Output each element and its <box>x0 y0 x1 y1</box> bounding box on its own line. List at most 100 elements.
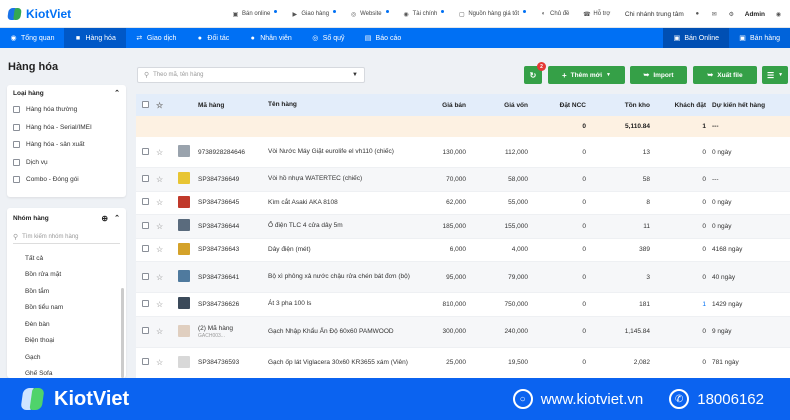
top-link-5[interactable]: ◐ Chủ đề <box>540 11 570 18</box>
row-checkbox[interactable] <box>142 174 149 182</box>
user-name[interactable]: Admin <box>745 11 765 18</box>
top-link-1[interactable]: ▶ Giao hàng <box>291 9 337 18</box>
row-checkbox[interactable] <box>142 221 149 229</box>
chevron-up-icon[interactable]: ⌃ <box>114 89 120 97</box>
branch-name[interactable]: Chi nhánh trung tâm <box>625 11 684 18</box>
table-row[interactable]: ☆ 9738928284646 Vòi Nước Máy Giặt eurolife… <box>136 137 790 168</box>
star-icon[interactable]: ☆ <box>156 101 178 110</box>
group-item[interactable]: Tất cả <box>7 250 126 267</box>
footer-phone[interactable]: ✆ 18006162 <box>669 389 764 409</box>
nav-item-2[interactable]: ⇄ Giao dịch <box>126 28 187 48</box>
row-checkbox[interactable] <box>142 147 149 155</box>
star-icon[interactable]: ☆ <box>156 358 178 367</box>
table-row[interactable]: ☆ SP384736626 Át 3 pha 100 ls 810,000 750,00… <box>136 293 790 317</box>
gear-icon[interactable]: ⚙ <box>728 11 735 18</box>
app-logo[interactable]: KiotViet <box>7 7 71 21</box>
column-options-button[interactable]: ☰ ▼ <box>762 66 788 84</box>
type-checkbox[interactable] <box>13 123 20 131</box>
type-checkbox[interactable] <box>13 158 20 166</box>
table-row[interactable]: ☆ SP384736644 Ổ điện TLC 4 cửa dây 5m 185,0… <box>136 215 790 239</box>
col-cost[interactable]: Giá vốn <box>466 102 528 109</box>
row-checkbox[interactable] <box>142 245 149 253</box>
select-all-checkbox[interactable] <box>136 100 156 110</box>
nav-item-3[interactable]: ● Đối tác <box>186 28 239 48</box>
location-icon[interactable]: ● <box>694 11 701 18</box>
add-group-icon[interactable]: ⊕ <box>101 214 108 223</box>
star-icon[interactable]: ☆ <box>156 327 178 336</box>
top-link-4[interactable]: ▢ Nguồn hàng giá tốt <box>458 9 527 18</box>
col-customer-order[interactable]: Khách đặt <box>650 102 706 109</box>
user-icon[interactable]: ◉ <box>775 11 782 18</box>
row-checkbox[interactable] <box>142 358 149 365</box>
row-checkbox[interactable] <box>142 272 149 280</box>
top-link-label: Website <box>360 11 382 17</box>
star-icon[interactable]: ☆ <box>156 222 178 231</box>
product-price: 62,000 <box>446 199 466 207</box>
table-row[interactable]: ☆ SP384736643 Dây điện (mét) 6,000 4,000 0 389… <box>136 239 790 262</box>
type-checkbox[interactable] <box>13 176 20 184</box>
chevron-up-icon[interactable]: ⌃ <box>114 214 120 223</box>
top-link-2[interactable]: ◎ Website <box>350 9 389 18</box>
product-cost: 79,000 <box>508 273 528 281</box>
group-search-input[interactable]: ⚲ Tìm kiếm nhóm hàng <box>13 230 120 244</box>
star-icon[interactable]: ☆ <box>156 148 178 157</box>
group-item[interactable]: Điện thoại <box>7 333 126 350</box>
type-checkbox[interactable] <box>13 141 20 149</box>
nav-item-0[interactable]: ◉ Tổng quan <box>0 28 64 48</box>
nav-item-1[interactable]: ■ Hàng hóa <box>64 28 126 48</box>
type-filter-header[interactable]: Loại hàng ⌃ <box>7 85 126 101</box>
table-row[interactable]: ☆ SP384736593 Gạch ốp lát Viglacera 30x60 … <box>136 348 790 378</box>
table-row[interactable]: ☆ SP384736641 Bộ xì phông xả nước chậu rửa… <box>136 262 790 293</box>
col-supplier-order[interactable]: Đặt NCC <box>528 102 586 109</box>
col-stock[interactable]: Tồn kho <box>586 102 650 109</box>
type-option[interactable]: Hàng hóa thường <box>7 101 126 119</box>
star-icon[interactable]: ☆ <box>156 300 178 309</box>
footer-website[interactable]: ○ www.kiotviet.vn <box>512 389 643 409</box>
top-link-6[interactable]: ☎ Hỗ trợ <box>583 11 610 18</box>
nav-right-item-1[interactable]: ▣ Bán hàng <box>729 28 790 48</box>
row-checkbox[interactable] <box>142 198 149 206</box>
col-price[interactable]: Giá bán <box>420 102 466 109</box>
star-icon[interactable]: ☆ <box>156 175 178 184</box>
group-item[interactable]: Đèn bàn <box>7 316 126 333</box>
mail-icon[interactable]: ✉ <box>711 11 718 18</box>
product-image-cell <box>178 242 198 257</box>
refresh-button[interactable]: ↻ 2 <box>524 62 546 84</box>
nav-right-item-0[interactable]: ▣ Bán Online <box>663 28 730 48</box>
table-row[interactable]: ☆ SP384736649 Vòi hồ nhựa WATERTEC (chiếc)… <box>136 168 790 192</box>
export-button[interactable]: ➥ Xuất file <box>693 66 757 84</box>
group-item[interactable]: Bồn rửa mặt <box>7 267 126 284</box>
nav-item-6[interactable]: ▤ Báo cáo <box>355 28 412 48</box>
col-code[interactable]: Mã hàng <box>198 102 268 109</box>
group-item[interactable]: Gạch <box>7 349 126 366</box>
caret-down-icon[interactable]: ▼ <box>352 72 358 78</box>
group-item[interactable]: Bồn tắm <box>7 283 126 300</box>
group-item[interactable]: Ghế Sofa <box>7 366 126 379</box>
top-link-0[interactable]: ▣ Bán online <box>232 9 278 18</box>
group-scrollbar[interactable] <box>121 288 124 378</box>
add-new-button[interactable]: + Thêm mới ▼ <box>548 66 625 84</box>
table-row[interactable]: ☆ (2) Mã hàng GACH003... Gạch Nhập Khẩu Ấn … <box>136 316 790 348</box>
product-price: 25,000 <box>446 359 466 366</box>
top-link-3[interactable]: ◉ Tài chính <box>403 9 445 18</box>
nav-item-5[interactable]: ◎ Sổ quỹ <box>302 28 355 48</box>
type-option[interactable]: Dịch vụ <box>7 154 126 172</box>
nav-item-4[interactable]: ● Nhân viên <box>239 28 302 48</box>
type-option[interactable]: Hàng hóa - Serial/IMEI <box>7 119 126 137</box>
row-checkbox-cell <box>136 299 156 309</box>
col-expected-out[interactable]: Dự kiến hết hàng <box>706 102 776 109</box>
star-icon[interactable]: ☆ <box>156 198 178 207</box>
row-checkbox[interactable] <box>142 299 149 307</box>
col-name[interactable]: Tên hàng <box>268 101 420 109</box>
group-item[interactable]: Bồn tiểu nam <box>7 300 126 317</box>
type-option[interactable]: Combo - Đóng gói <box>7 171 126 189</box>
import-button[interactable]: ➥ Import <box>630 66 687 84</box>
product-search-input[interactable]: ⚲ Theo mã, tên hàng ▼ <box>137 67 365 83</box>
type-checkbox[interactable] <box>13 106 20 114</box>
table-row[interactable]: ☆ SP384736645 Kìm cắt Asaki AKA 8108 62,000… <box>136 192 790 215</box>
row-checkbox[interactable] <box>142 327 149 334</box>
star-icon[interactable]: ☆ <box>156 273 178 282</box>
star-icon[interactable]: ☆ <box>156 245 178 254</box>
product-code-text: SP384736645 <box>198 199 240 207</box>
type-option[interactable]: Hàng hóa - sản xuất <box>7 136 126 154</box>
